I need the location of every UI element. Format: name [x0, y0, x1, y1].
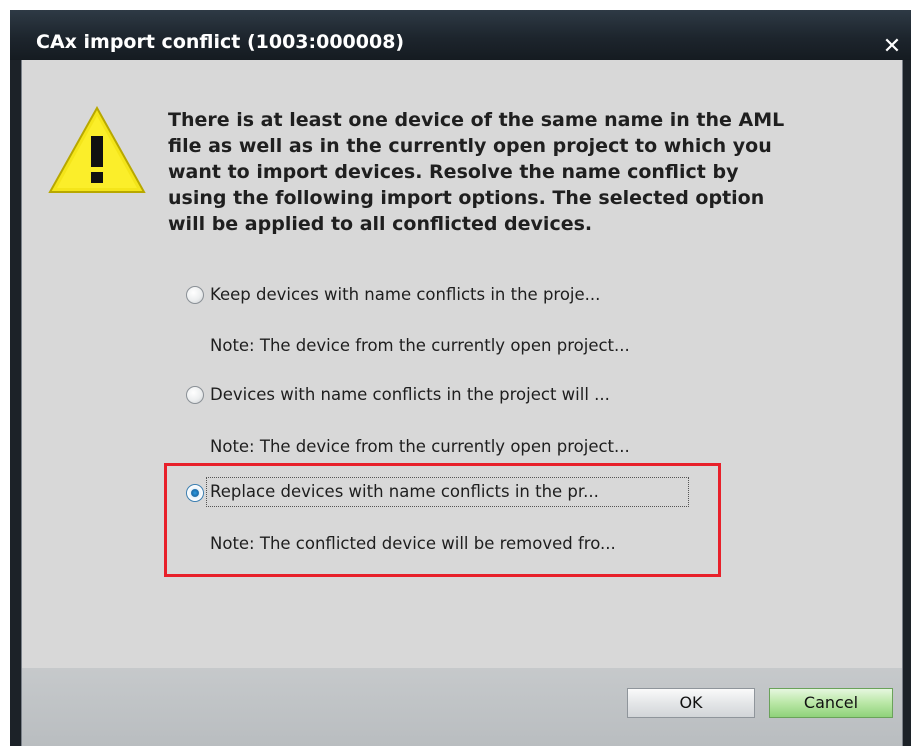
option-rename-radio[interactable] [186, 386, 204, 404]
option-keep-label[interactable]: Keep devices with name conflicts in the … [210, 285, 600, 304]
message-line: using the following import options. The … [168, 187, 765, 209]
option-rename-label[interactable]: Devices with name conflicts in the proje… [210, 385, 610, 404]
dialog-title: CAx import conflict (1003:000008) [36, 31, 405, 53]
warning-icon [48, 106, 146, 193]
highlight-annotation-frame [164, 463, 721, 577]
message-line: want to import devices. Resolve the name… [168, 161, 739, 183]
button-bar: OK Cancel [21, 668, 903, 746]
message-line: will be applied to all conflicted device… [168, 213, 593, 235]
option-rename-note: Note: The device from the currently open… [210, 437, 630, 456]
message-line: file as well as in the currently open pr… [168, 135, 772, 157]
option-keep-note: Note: The device from the currently open… [210, 336, 630, 355]
cancel-button[interactable]: Cancel [769, 688, 893, 718]
import-conflict-dialog: CAx import conflict (1003:000008) ✕ Ther… [10, 10, 911, 746]
ok-button[interactable]: OK [627, 688, 755, 718]
message-line: There is at least one device of the same… [168, 109, 785, 131]
close-icon: ✕ [882, 34, 902, 59]
title-bar[interactable]: CAx import conflict (1003:000008) ✕ [10, 10, 911, 60]
option-keep-radio[interactable] [186, 286, 204, 304]
close-button[interactable]: ✕ [876, 32, 908, 62]
conflict-message: There is at least one device of the same… [168, 107, 883, 237]
